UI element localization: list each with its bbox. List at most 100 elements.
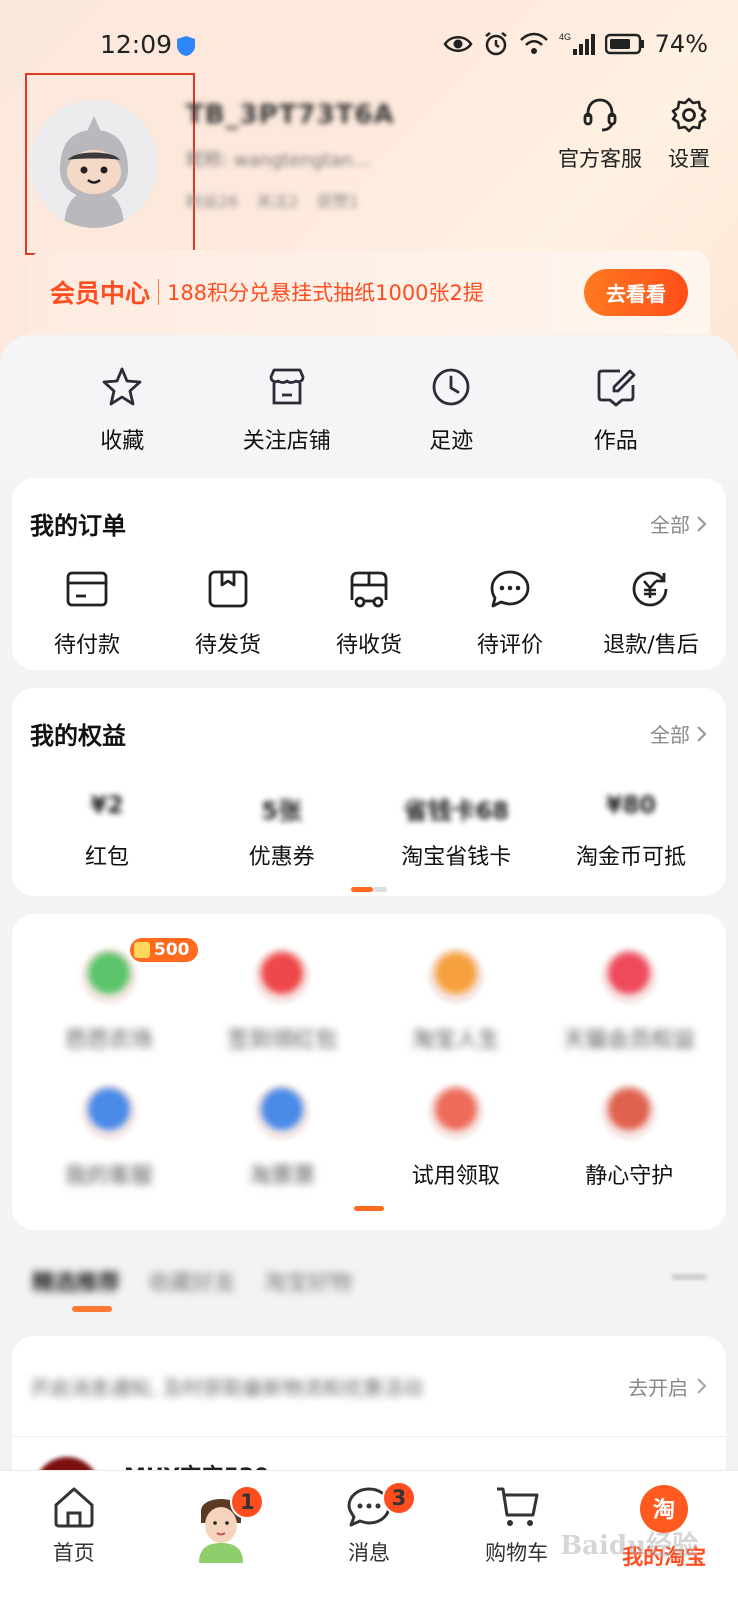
member-center-title: 会员中心 xyxy=(50,279,151,308)
follow-count[interactable]: 关注2 xyxy=(256,188,298,212)
orders-title: 我的订单 xyxy=(30,512,126,540)
red-packet-button[interactable]: ¥2 红包 xyxy=(22,791,192,871)
taojinbi-button[interactable]: ¥80 淘金币可抵 xyxy=(546,791,716,871)
orders-header: 我的订单 全部 xyxy=(12,478,726,541)
battery-percent: 74% xyxy=(654,30,708,58)
member-banner[interactable]: 会员中心 188积分兑悬挂式抽纸1000张2提 去看看 xyxy=(28,250,710,334)
nav-avatar-badge: 1 xyxy=(230,1485,265,1519)
feed-more-icon[interactable] xyxy=(672,1275,706,1279)
chevron-right-icon xyxy=(697,725,707,742)
favorites-label: 收藏 xyxy=(100,429,145,454)
coupon-label: 优惠券 xyxy=(248,845,315,870)
pending-review-button[interactable]: 待评价 xyxy=(441,567,579,659)
quick-actions: 收藏 关注店铺 足迹 作品 xyxy=(0,335,738,480)
tools-grid: 芭芭农场 500 签到领红包 淘宝人生 天猫会员权益我的客服 淘票票 试用领取 静心守护 xyxy=(12,914,726,1189)
coin-badge: 500 xyxy=(130,938,198,962)
fans-count[interactable]: 粉丝26 xyxy=(186,188,238,212)
coin-icon xyxy=(134,942,150,958)
benefits-pager xyxy=(12,887,726,892)
followed-stores-button[interactable]: 关注店铺 xyxy=(217,365,357,480)
cart-icon xyxy=(496,1487,539,1526)
pager-active xyxy=(351,887,373,892)
footprint-label: 足迹 xyxy=(429,429,474,454)
username[interactable]: TB_3PT73T6A xyxy=(186,100,516,130)
watermark: Baidu经验 xyxy=(560,1531,698,1561)
nav-home[interactable]: 首页 xyxy=(9,1483,139,1600)
coupon-button[interactable]: 5张 优惠券 xyxy=(197,791,367,871)
tab-favorites-friends[interactable]: 收藏好友 xyxy=(148,1265,236,1297)
svg-text:淘: 淘 xyxy=(653,1497,675,1522)
signal-icon: 4G xyxy=(559,32,595,55)
tools-pager xyxy=(12,1206,726,1211)
tab-active-indicator xyxy=(72,1306,112,1312)
likes-count[interactable]: 获赞1 xyxy=(317,188,359,212)
pending-payment-label: 待付款 xyxy=(53,633,120,658)
coin-badge-value: 500 xyxy=(154,940,190,960)
pending-receipt-button[interactable]: 待收货 xyxy=(300,567,438,659)
pending-payment-button[interactable]: 待付款 xyxy=(18,567,156,659)
tool-item[interactable]: 天猫会员权益 xyxy=(543,948,717,1053)
notification-enable-link[interactable]: 去开启 xyxy=(628,1372,708,1401)
orders-all-label: 全部 xyxy=(650,513,690,537)
customer-service-label: 官方客服 xyxy=(558,147,642,171)
tool-label: 芭芭农场 xyxy=(64,1028,153,1053)
pending-shipment-label: 待发货 xyxy=(194,633,261,658)
tool-icon xyxy=(254,1084,311,1140)
tool-icon xyxy=(80,1084,137,1140)
tool-item[interactable]: 芭芭农场 500 xyxy=(22,938,198,1053)
tool-icon xyxy=(601,948,658,1004)
tool-item[interactable]: 我的客服 xyxy=(22,1084,196,1189)
feed-tabs: 精选推荐 收藏好友 淘宝好物 xyxy=(32,1265,352,1297)
svg-text:4G: 4G xyxy=(559,32,571,42)
saving-card-value: 省钱卡68 xyxy=(403,797,510,825)
notification-prompt[interactable]: 开启消息通知, 及时获取最新物流和优惠活动 去开启 xyxy=(12,1336,726,1436)
status-time: 12:09 xyxy=(100,30,173,59)
tab-recommend[interactable]: 精选推荐 xyxy=(32,1265,120,1297)
truck-icon xyxy=(350,571,388,608)
customer-service-button[interactable]: 官方客服 xyxy=(558,95,642,173)
footprint-button[interactable]: 足迹 xyxy=(381,365,521,480)
store-icon xyxy=(269,368,305,405)
tab-good-items[interactable]: 淘宝好物 xyxy=(264,1265,352,1297)
edit-icon xyxy=(597,369,636,407)
nav-avatar[interactable]: 1 xyxy=(156,1483,286,1600)
wallet-icon xyxy=(66,571,108,607)
notification-enable-label: 去开启 xyxy=(628,1375,688,1400)
followed-stores-label: 关注店铺 xyxy=(242,429,331,454)
headset-icon xyxy=(583,98,617,132)
saving-card-button[interactable]: 省钱卡68 淘宝省钱卡 xyxy=(371,791,541,871)
tool-label: 静心守护 xyxy=(585,1164,674,1189)
pending-review-label: 待评价 xyxy=(476,633,543,658)
nav-messages-label: 消息 xyxy=(347,1541,390,1565)
works-button[interactable]: 作品 xyxy=(546,365,686,480)
nav-messages[interactable]: 消息 3 xyxy=(304,1481,434,1600)
status-bar: 12:09 4G 74% xyxy=(0,0,738,80)
saving-card-label: 淘宝省钱卡 xyxy=(401,845,512,870)
tool-icon xyxy=(427,1084,484,1140)
battery-icon xyxy=(604,33,644,55)
nav-home-label: 首页 xyxy=(52,1541,95,1565)
tool-item[interactable]: 淘票票 xyxy=(196,1084,370,1189)
nav-messages-badge: 3 xyxy=(381,1481,416,1515)
tool-label: 我的客服 xyxy=(64,1164,153,1189)
pending-shipment-button[interactable]: 待发货 xyxy=(159,567,297,659)
notification-text: 开启消息通知, 及时获取最新物流和优惠活动 xyxy=(30,1375,423,1400)
benefits-all-label: 全部 xyxy=(650,723,690,747)
tool-item[interactable]: 静心守护 xyxy=(543,1084,717,1189)
orders-card: 我的订单 全部 待付款 待发货 待收货 待评价 退款/售后 xyxy=(12,478,726,670)
taojinbi-label: 淘金币可抵 xyxy=(575,845,686,870)
benefits-row: ¥2 红包 5张 优惠券 省钱卡68 淘宝省钱卡 ¥80 淘金币可抵 xyxy=(12,751,726,871)
refund-button[interactable]: 退款/售后 xyxy=(582,567,720,659)
works-label: 作品 xyxy=(593,429,638,454)
orders-all-link[interactable]: 全部 xyxy=(650,509,708,538)
favorites-button[interactable]: 收藏 xyxy=(52,365,192,480)
tool-item[interactable]: 签到领红包 xyxy=(196,948,370,1053)
benefits-all-link[interactable]: 全部 xyxy=(650,719,708,748)
tool-item[interactable]: 淘宝人生 xyxy=(369,948,543,1053)
tool-item[interactable]: 试用领取 xyxy=(369,1084,543,1189)
member-promo-text: 188积分兑悬挂式抽纸1000张2提 xyxy=(167,281,484,305)
wifi-icon xyxy=(519,32,548,54)
settings-button[interactable]: 设置 xyxy=(668,95,710,173)
member-go-button[interactable]: 去看看 xyxy=(584,268,688,316)
clock-icon xyxy=(432,368,470,406)
